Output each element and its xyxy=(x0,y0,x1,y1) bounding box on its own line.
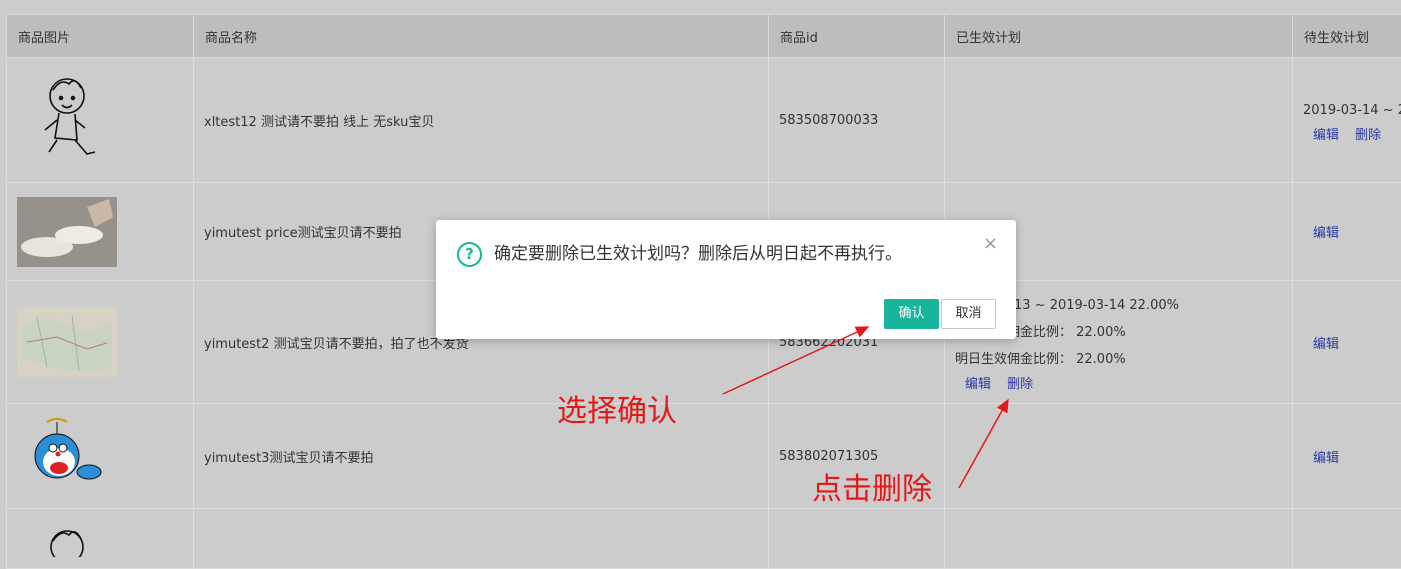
page: 商品图片 商品名称 商品id 已生效计划 待生效计划 xyxy=(0,0,1401,536)
annotation-arrows xyxy=(0,0,1401,536)
arrow-to-confirm xyxy=(723,327,868,394)
arrow-to-delete xyxy=(959,400,1008,488)
annotation-click-delete: 点击删除 xyxy=(812,464,932,508)
annotation-select-confirm: 选择确认 xyxy=(557,386,677,430)
